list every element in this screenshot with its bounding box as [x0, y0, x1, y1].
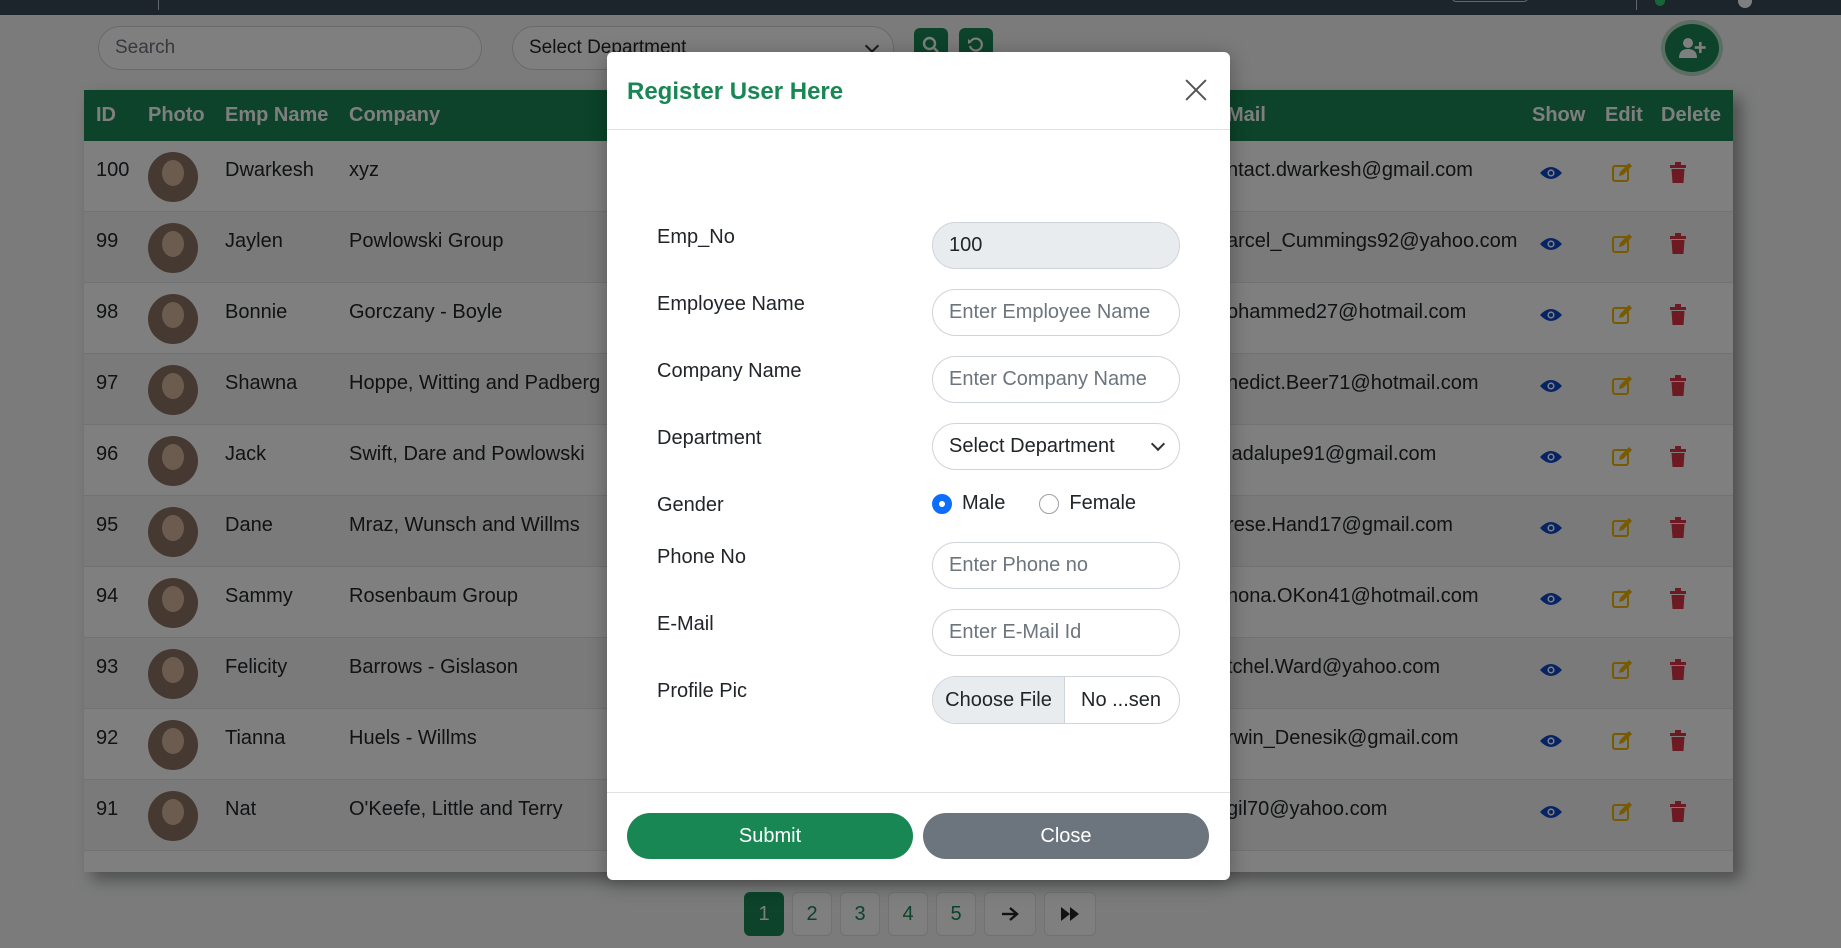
company-name-label: Company Name: [657, 360, 802, 382]
employee-name-placeholder: Enter Employee Name: [949, 301, 1151, 323]
close-button[interactable]: Close: [923, 813, 1209, 859]
department-select[interactable]: Select Department: [932, 423, 1180, 470]
close-icon[interactable]: [1180, 74, 1212, 106]
modal-title: Register User Here: [627, 78, 844, 105]
modal-header: Register User Here: [607, 52, 1230, 130]
emp-no-label: Emp_No: [657, 226, 735, 248]
department-select-value: Select Department: [949, 435, 1115, 457]
gender-label: Gender: [657, 494, 724, 516]
email-field[interactable]: Enter E-Mail Id: [932, 609, 1180, 656]
email-label: E-Mail: [657, 613, 714, 635]
gender-male-label: Male: [962, 492, 1006, 514]
register-user-modal: Register User Here Emp_No 100 Employee N…: [607, 52, 1230, 880]
employee-name-field[interactable]: Enter Employee Name: [932, 289, 1180, 336]
gender-radio-group: Male Female: [932, 492, 1136, 515]
profile-pic-label: Profile Pic: [657, 680, 748, 702]
profile-pic-file-input[interactable]: Choose File No ...sen: [932, 676, 1180, 724]
gender-female-radio[interactable]: [1039, 493, 1060, 514]
gender-male-radio[interactable]: [932, 493, 952, 514]
file-name-text: No ...sen: [1081, 688, 1162, 711]
chevron-down-icon: [1150, 436, 1166, 452]
phone-label: Phone No: [657, 546, 746, 568]
phone-field[interactable]: Enter Phone no: [932, 542, 1180, 589]
submit-button[interactable]: Submit: [627, 813, 913, 859]
company-name-field[interactable]: Enter Company Name: [932, 356, 1180, 403]
modal-footer: Submit Close: [607, 792, 1230, 880]
email-placeholder: Enter E-Mail Id: [949, 621, 1082, 643]
emp-no-value: 100: [949, 234, 983, 256]
phone-placeholder: Enter Phone no: [949, 554, 1088, 576]
employee-name-label: Employee Name: [657, 293, 805, 315]
company-name-placeholder: Enter Company Name: [949, 368, 1147, 390]
gender-female-label: Female: [1069, 492, 1137, 514]
department-label: Department: [657, 427, 762, 449]
choose-file-button[interactable]: Choose File: [933, 677, 1065, 723]
emp-no-field: 100: [932, 222, 1180, 269]
